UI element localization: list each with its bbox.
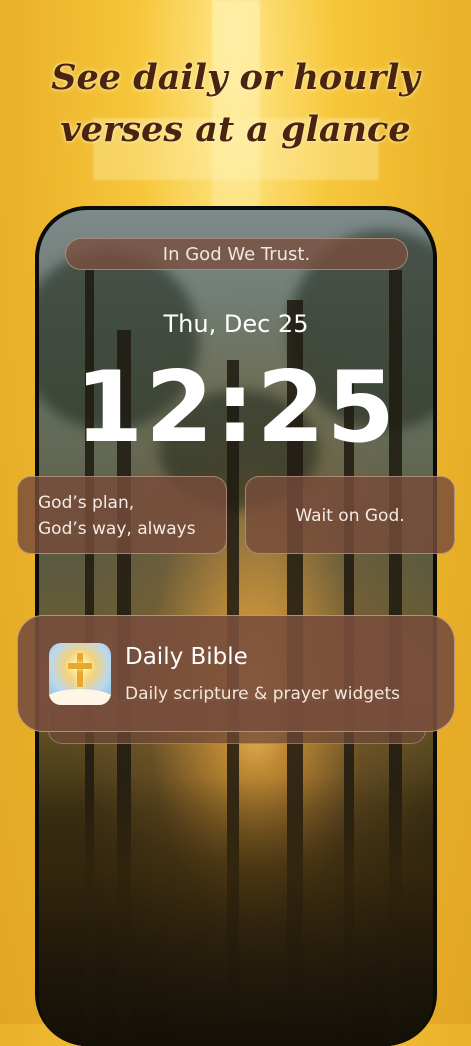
verse-widget-left-line-2: God’s way, always [38, 519, 196, 539]
lock-date: Thu, Dec 25 [163, 310, 309, 338]
forest-floor [39, 776, 433, 1046]
verse-widget-right[interactable]: Wait on God. [245, 476, 455, 554]
verse-pill-widget[interactable]: In God We Trust. [65, 238, 408, 270]
cross-icon [49, 643, 111, 705]
promo-headline: See daily or hourly verses at a glance [0, 52, 471, 156]
headline-line-1: See daily or hourly [51, 57, 420, 98]
lock-time: 12:25 [75, 351, 397, 465]
app-notification[interactable]: Daily Bible Daily scripture & prayer wid… [17, 615, 455, 732]
notification-body: Daily scripture & prayer widgets [125, 684, 401, 704]
verse-widget-left-line-1: God’s plan, [38, 493, 135, 513]
headline-line-2: verses at a glance [60, 109, 411, 150]
notification-title: Daily Bible [125, 644, 248, 670]
verse-widget-left[interactable]: God’s plan, God’s way, always [17, 476, 227, 554]
